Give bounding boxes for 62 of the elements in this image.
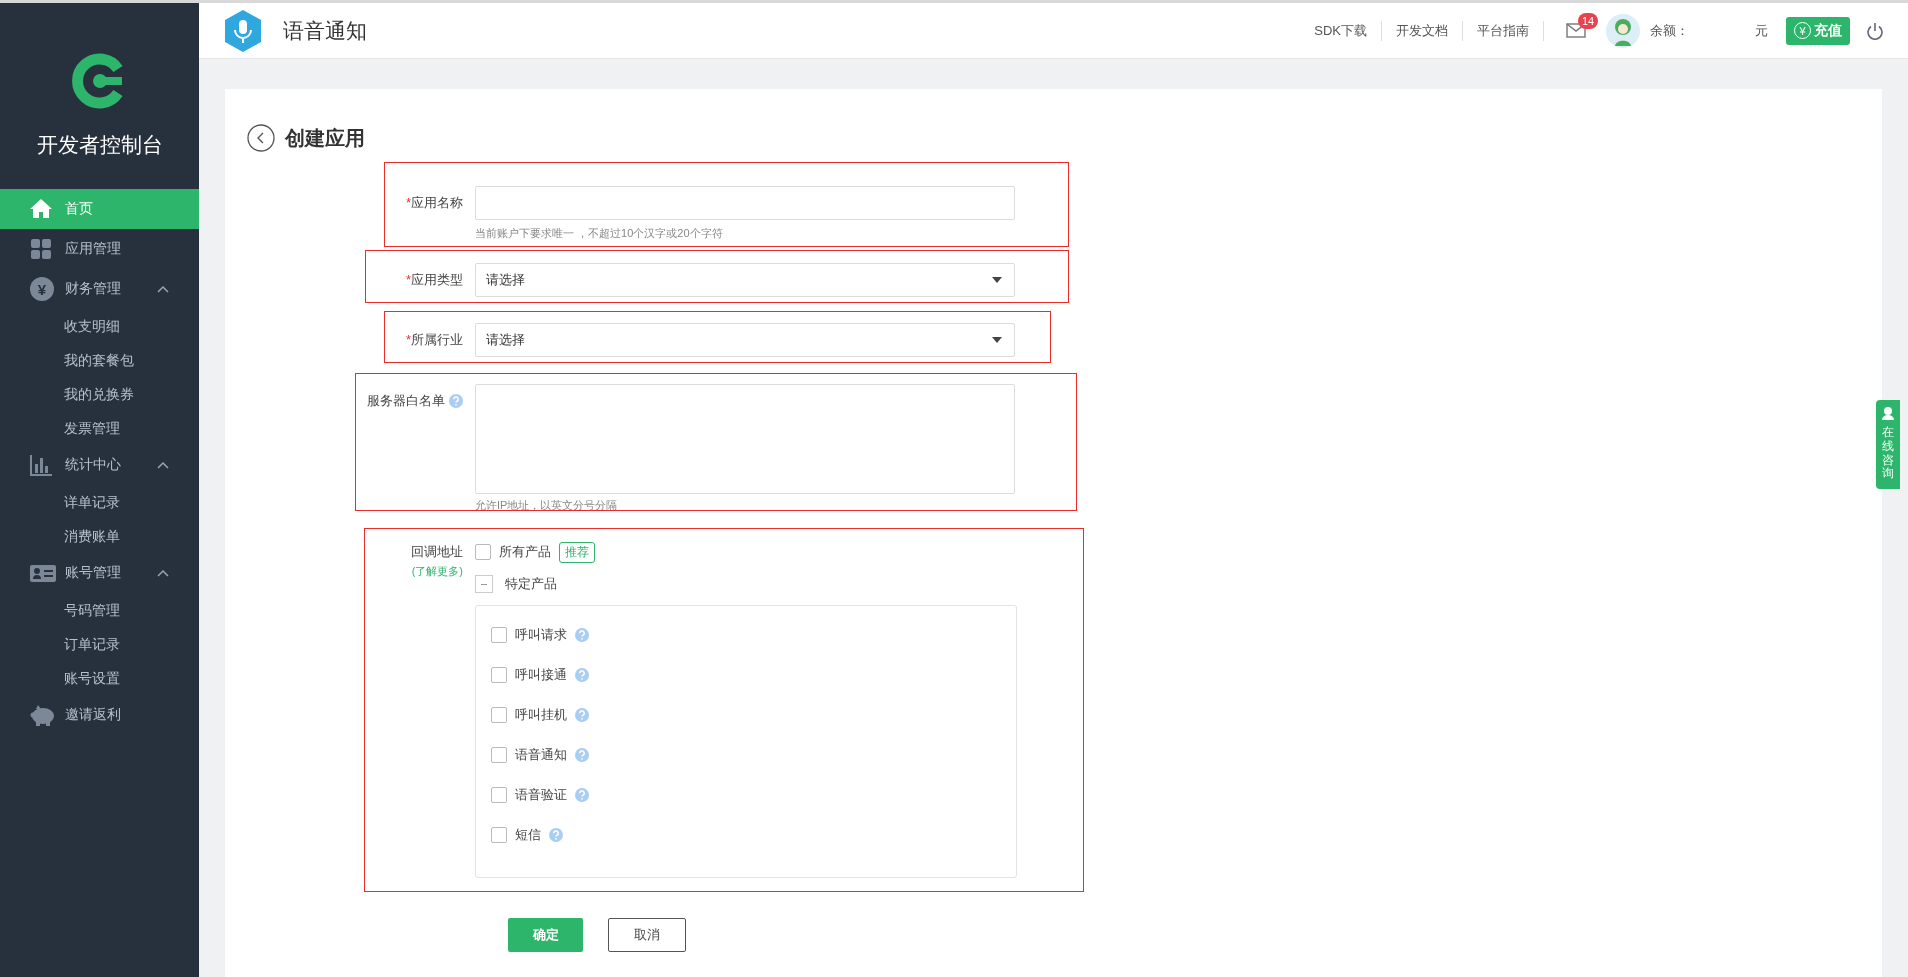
checkbox[interactable] — [491, 827, 507, 843]
select-dropdown[interactable]: 请选择 — [475, 323, 1015, 357]
option-label: 短信 — [515, 826, 541, 844]
recommend-tag: 推荐 — [559, 541, 595, 563]
sidebar-item[interactable]: 账号管理 — [0, 553, 199, 593]
dropdown-arrow-icon — [992, 337, 1002, 343]
option-label: 所有产品 — [499, 543, 551, 561]
hint-text: 当前账户下要求唯一 ，不超过10个汉字或20个字符 — [475, 226, 724, 241]
field-label: *应用名称 — [405, 194, 463, 212]
power-icon — [1866, 21, 1884, 40]
field-label: *应用类型 — [405, 271, 463, 289]
sidebar-item[interactable]: ¥ 财务管理 — [0, 269, 199, 309]
mail-icon — [1566, 23, 1586, 38]
sidebar-subitem[interactable]: 消费账单 — [0, 519, 199, 553]
back-icon[interactable] — [247, 124, 275, 152]
console-title: 开发者控制台 — [35, 132, 164, 158]
field-label: 回调地址 — [411, 543, 463, 561]
sidebar-subitem[interactable]: 账号设置 — [0, 661, 199, 695]
option-label: 特定产品 — [505, 575, 557, 593]
hint-text: 允许IP地址，以英文分号分隔 — [475, 498, 619, 513]
option-label: 呼叫挂机 — [515, 706, 567, 724]
sidebar-item[interactable]: 统计中心 — [0, 445, 199, 485]
checkbox[interactable] — [475, 544, 491, 560]
sidebar-item[interactable]: 邀请返利 — [0, 695, 199, 735]
avatar-icon — [1606, 13, 1640, 48]
field-label: 服务器白名单 — [367, 392, 445, 410]
piggy-bank-icon — [30, 704, 56, 726]
option-label: 语音通知 — [515, 746, 567, 764]
collapse-toggle[interactable] — [475, 575, 493, 593]
page-title: 创建应用 — [285, 125, 365, 151]
id-card-icon — [30, 562, 56, 584]
checkbox[interactable] — [491, 747, 507, 763]
sidebar-subitem[interactable]: 发票管理 — [0, 411, 199, 445]
select-dropdown[interactable]: 请选择 — [475, 263, 1015, 297]
sidebar-subitem[interactable]: 号码管理 — [0, 593, 199, 627]
option-label: 语音验证 — [515, 786, 567, 804]
dropdown-arrow-icon — [992, 277, 1002, 283]
text-input[interactable] — [475, 186, 1015, 220]
microphone-logo-icon — [223, 8, 263, 53]
checkbox[interactable] — [491, 787, 507, 803]
balance-unit: 元 — [1755, 21, 1768, 40]
checkbox[interactable] — [491, 707, 507, 723]
app-name: 语音通知 — [283, 17, 367, 44]
option-label: 呼叫接通 — [515, 666, 567, 684]
yen-icon: ¥ — [30, 277, 54, 301]
cancel-button[interactable]: 取消 — [608, 918, 686, 952]
header-link[interactable]: 开发文档 — [1382, 21, 1462, 40]
header-link[interactable]: 平台指南 — [1463, 21, 1543, 40]
sidebar-subitem[interactable]: 收支明细 — [0, 309, 199, 343]
checkbox[interactable] — [491, 667, 507, 683]
sidebar-subitem[interactable]: 详单记录 — [0, 485, 199, 519]
notification-badge: 14 — [1578, 13, 1599, 29]
balance-label: 余额： — [1650, 21, 1689, 40]
sidebar-subitem[interactable]: 我的套餐包 — [0, 343, 199, 377]
sidebar-subitem[interactable]: 订单记录 — [0, 627, 199, 661]
checkbox[interactable] — [491, 627, 507, 643]
text-area[interactable] — [475, 384, 1015, 494]
option-label: 呼叫请求 — [515, 626, 567, 644]
header-link[interactable]: SDK下载 — [1300, 21, 1381, 40]
sidebar-subitem[interactable]: 我的兑换券 — [0, 377, 199, 411]
sidebar-item[interactable]: 应用管理 — [0, 229, 199, 269]
field-label: *所属行业 — [405, 331, 463, 349]
